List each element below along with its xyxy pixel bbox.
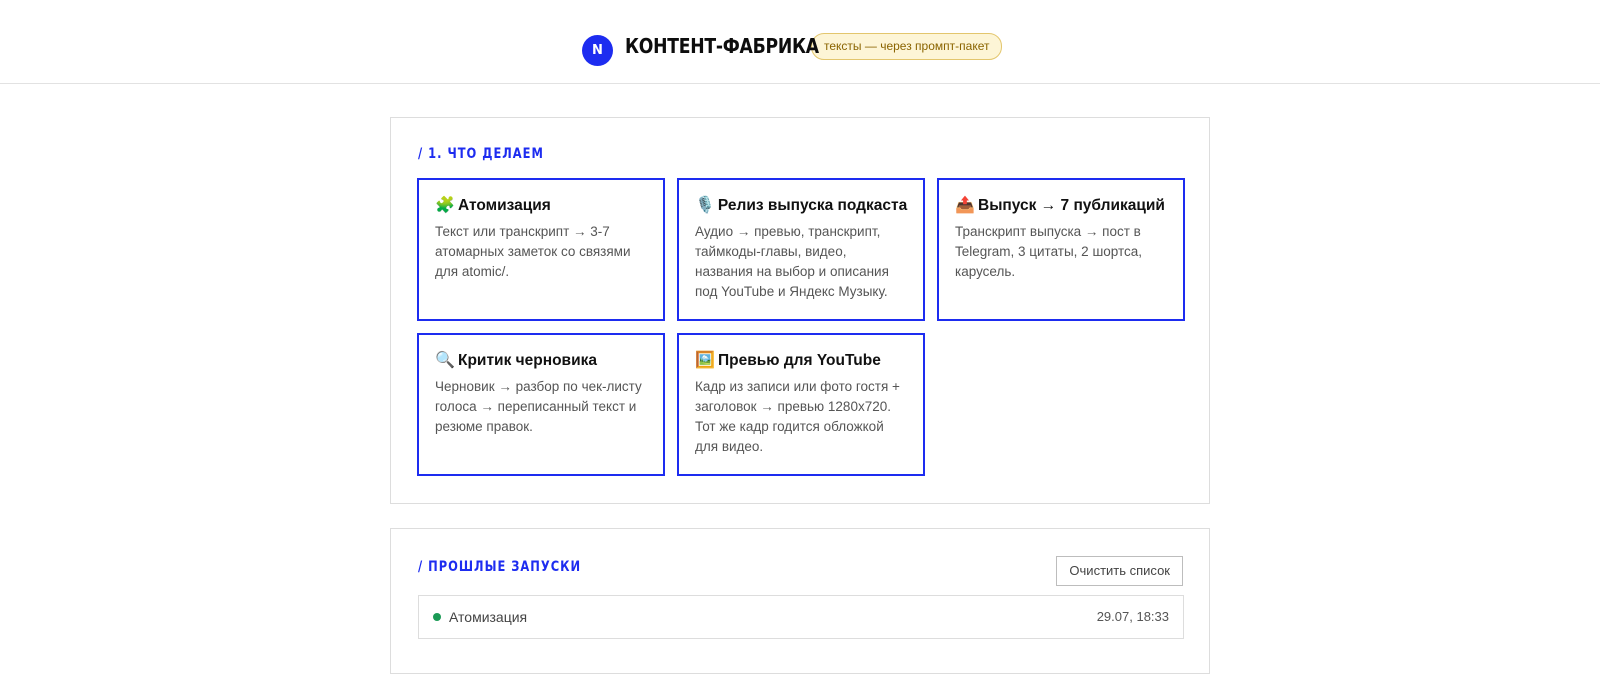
run-timestamp: 29.07, 18:33 — [1096, 608, 1169, 624]
card-description: Черновик → разбор по чек-листу голоса → … — [435, 379, 642, 434]
card-atomization[interactable]: 🧩 Атомизация Текст или транскрипт → 3-7 … — [417, 178, 665, 321]
card-episode-to-posts[interactable]: 📤 Выпуск → 7 публикаций Транскрипт выпус… — [937, 178, 1185, 321]
outbox-tray-icon: 📤 — [955, 197, 975, 214]
card-title-row: 🎙️ Релиз выпуска подкаста — [695, 196, 907, 216]
card-title-row: 🔍 Критик черновика — [435, 351, 647, 371]
card-title-row: 📤 Выпуск → 7 публикаций — [955, 196, 1167, 216]
run-name: Атомизация — [449, 609, 528, 625]
card-title: Критик черновика — [458, 352, 597, 369]
section-title-past-runs: / ПРОШЛЫЕ ЗАПУСКИ — [418, 559, 582, 575]
card-title: Превью для YouTube — [718, 352, 881, 369]
magnifier-icon: 🔍 — [435, 352, 455, 369]
mode-badge: тексты — через промпт-пакет — [811, 32, 1003, 60]
section-title-what-we-do: / 1. ЧТО ДЕЛАЕМ — [418, 146, 544, 162]
top-bar: N КОНТЕНТ-ФАБРИКА тексты — через промпт-… — [0, 0, 1600, 84]
app-title: КОНТЕНТ-ФАБРИКА — [625, 34, 819, 58]
puzzle-icon: 🧩 — [435, 197, 455, 214]
card-description: Аудио → превью, транскрипт, таймкоды-гла… — [695, 224, 889, 299]
microphone-icon: 🎙️ — [695, 197, 715, 214]
tasks-panel: / 1. ЧТО ДЕЛАЕМ 🧩 Атомизация Текст или т… — [390, 117, 1210, 504]
status-dot — [433, 613, 441, 621]
card-podcast-release[interactable]: 🎙️ Релиз выпуска подкаста Аудио → превью… — [677, 178, 925, 321]
card-title: Атомизация — [458, 197, 551, 214]
card-title-row: 🖼️ Превью для YouTube — [695, 351, 907, 371]
past-runs-panel: / ПРОШЛЫЕ ЗАПУСКИ Очистить список Атомиз… — [390, 528, 1210, 674]
card-description: Транскрипт выпуска → пост в Telegram, 3 … — [955, 224, 1143, 279]
framed-picture-icon: 🖼️ — [695, 352, 715, 369]
card-title: Релиз выпуска подкаста — [717, 197, 908, 214]
card-description: Кадр из записи или фото гостя + заголово… — [695, 379, 900, 454]
card-draft-critic[interactable]: 🔍 Критик черновика Черновик → разбор по … — [417, 333, 665, 476]
card-title-row: 🧩 Атомизация — [435, 196, 647, 216]
card-description: Текст или транскрипт → 3-7 атомарных зам… — [435, 224, 631, 279]
card-title: Выпуск → 7 публикаций — [978, 197, 1165, 214]
brand: N КОНТЕНТ-ФАБРИКА тексты — через промпт-… — [582, 26, 1003, 66]
clear-list-button[interactable]: Очистить список — [1056, 556, 1183, 586]
run-row[interactable]: Атомизация 29.07, 18:33 — [418, 595, 1184, 639]
logo: N — [582, 34, 613, 66]
card-youtube-thumbnail[interactable]: 🖼️ Превью для YouTube Кадр из записи или… — [677, 333, 925, 476]
